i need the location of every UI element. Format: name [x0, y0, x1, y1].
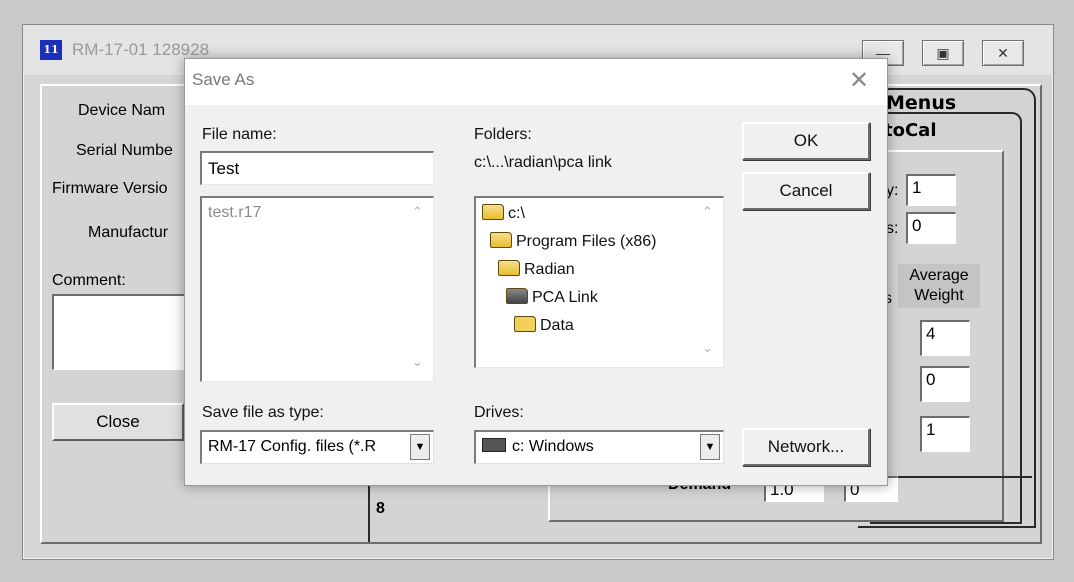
- serial-number-label: Serial Numbe: [76, 142, 173, 159]
- comment-label: Comment:: [52, 272, 126, 289]
- open-folder-icon: [498, 260, 520, 276]
- folder-item-label: PCA Link: [532, 289, 598, 306]
- folders-scroll-down-icon[interactable]: ⌄: [702, 340, 713, 356]
- folder-item-label: c:\: [508, 205, 525, 222]
- open-folder-icon: [490, 232, 512, 248]
- save-type-label: Save file as type:: [202, 404, 324, 421]
- average-weight-input-3[interactable]: 1: [920, 416, 970, 452]
- cancel-button[interactable]: Cancel: [742, 172, 870, 210]
- manufacturer-label: Manufactur: [88, 224, 169, 241]
- save-type-select[interactable]: RM-17 Config. files (*.R: [200, 430, 434, 464]
- save-type-value: RM-17 Config. files (*.R: [208, 438, 377, 455]
- app-icon: 11: [40, 40, 62, 60]
- files-list[interactable]: [200, 196, 434, 382]
- save-type-dropdown-icon[interactable]: ▼: [410, 434, 430, 460]
- device-name-label: Device Nam: [78, 102, 166, 119]
- closed-folder-icon: [514, 316, 536, 332]
- files-scroll-down-icon[interactable]: ⌄: [412, 354, 423, 370]
- field2-input[interactable]: 0: [906, 212, 956, 244]
- average-weight-input-1[interactable]: 4: [920, 320, 970, 356]
- folder-item-c[interactable]: c:\: [482, 204, 525, 223]
- average-weight-header: Average Weight: [898, 264, 980, 308]
- folder-item-label: Program Files (x86): [516, 233, 657, 250]
- drives-select[interactable]: c: Windows: [474, 430, 724, 464]
- folder-item-pca-link[interactable]: PCA Link: [506, 288, 598, 307]
- folders-scroll-up-icon[interactable]: ⌃: [702, 204, 713, 220]
- folder-item-label: Radian: [524, 261, 575, 278]
- tab-menus[interactable]: Menus: [886, 92, 956, 114]
- drives-dropdown-icon[interactable]: ▼: [700, 434, 720, 460]
- main-window-title: RM-17-01 128928: [72, 40, 210, 59]
- drive-icon: [482, 438, 506, 452]
- dialog-close-icon[interactable]: ✕: [844, 66, 874, 96]
- firmware-version-label: Firmware Versio: [52, 180, 168, 197]
- open-folder-icon: [482, 204, 504, 220]
- folders-label: Folders:: [474, 126, 532, 143]
- folder-item-program-files[interactable]: Program Files (x86): [490, 232, 656, 251]
- folders-path: c:\...\radian\pca link: [474, 154, 612, 171]
- folder-item-label: Data: [540, 317, 574, 334]
- dialog-titlebar: [185, 59, 887, 105]
- folder-item-data[interactable]: Data: [514, 316, 574, 335]
- network-button[interactable]: Network...: [742, 428, 870, 466]
- maximize-button[interactable]: ▣: [922, 40, 964, 66]
- bottom-tab-label[interactable]: 8: [376, 500, 385, 518]
- dialog-title: Save As: [192, 70, 255, 89]
- close-button[interactable]: Close: [52, 403, 184, 441]
- drive-value: c: Windows: [512, 438, 594, 455]
- ok-button[interactable]: OK: [742, 122, 870, 160]
- files-scroll-up-icon[interactable]: ⌃: [412, 204, 423, 220]
- file-name-label: File name:: [202, 126, 277, 143]
- tab-autocal[interactable]: toCal: [884, 120, 937, 141]
- open-folder-selected-icon: [506, 288, 528, 304]
- close-window-button[interactable]: ✕: [982, 40, 1024, 66]
- average-weight-input-2[interactable]: 0: [920, 366, 970, 402]
- field1-input[interactable]: 1: [906, 174, 956, 206]
- comment-field[interactable]: [52, 294, 192, 370]
- drives-label: Drives:: [474, 404, 524, 421]
- file-name-input[interactable]: Test: [200, 151, 434, 185]
- folder-item-radian[interactable]: Radian: [498, 260, 575, 279]
- list-item[interactable]: test.r17: [208, 204, 261, 222]
